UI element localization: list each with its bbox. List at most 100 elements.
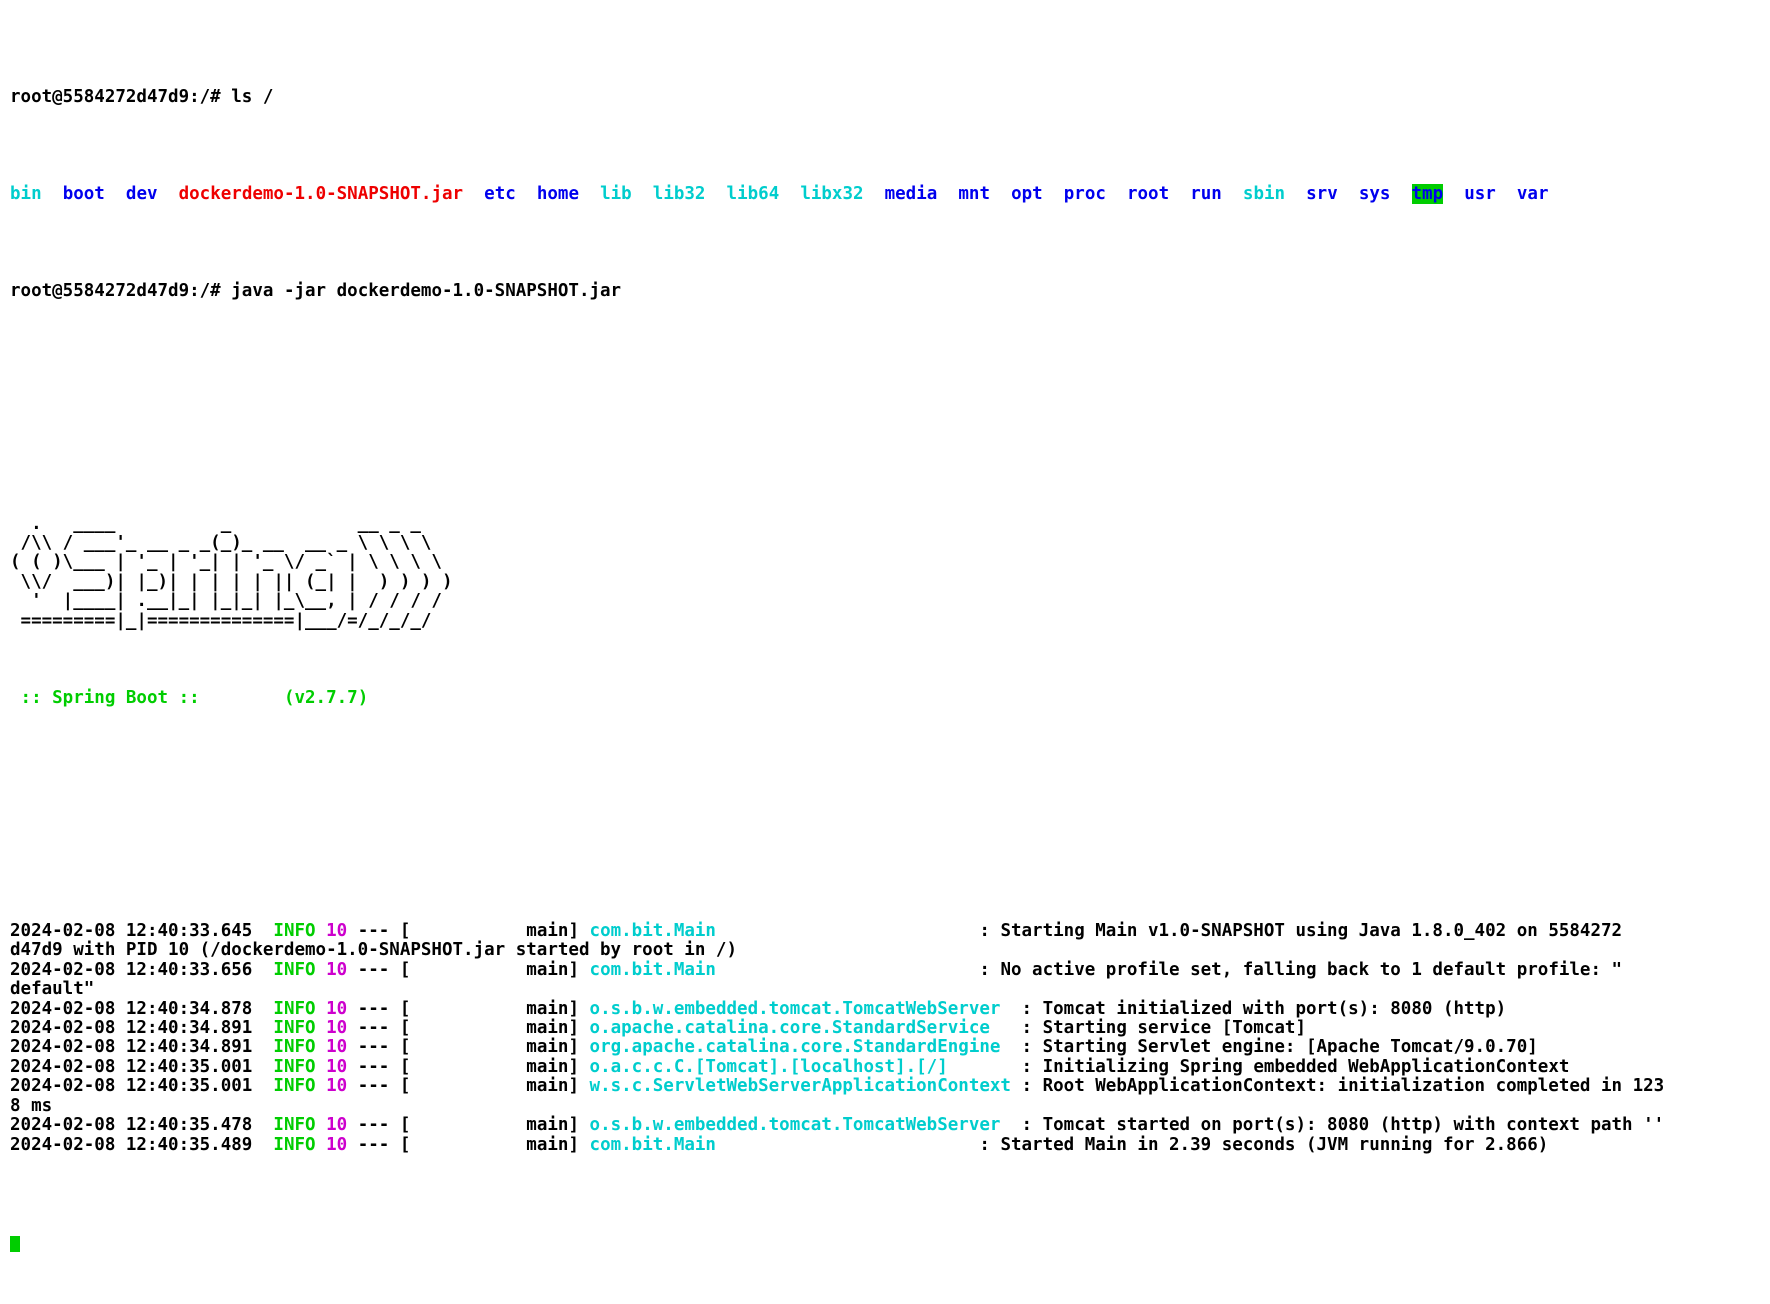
log-separator: --- [ xyxy=(347,1134,411,1155)
log-space xyxy=(316,1037,327,1057)
log-pid: 10 xyxy=(326,1018,348,1039)
banner-art-line-5: =========|_|==============|___/=/_/_/_/ xyxy=(10,610,432,631)
log-logger: com.bit.Main xyxy=(589,1134,716,1155)
ls-entry-dev: dev xyxy=(125,183,158,204)
ls-gap xyxy=(632,184,653,204)
log-space xyxy=(579,960,590,980)
log-pid: 10 xyxy=(326,1037,348,1058)
cursor-line-logs xyxy=(10,1233,1770,1252)
log-timestamp: 2024-02-08 12:40:35.489 xyxy=(10,1134,274,1155)
log-logger: w.s.c.ServletWebServerApplicationContext xyxy=(589,1076,1011,1097)
log-message: : Starting service [Tomcat] xyxy=(1021,1018,1306,1039)
terminal-window[interactable]: root@5584272d47d9:/# ls / bin boot dev d… xyxy=(0,0,1770,1252)
ls-gap xyxy=(463,184,484,204)
log-pid: 10 xyxy=(326,1134,348,1155)
log-message: : No active profile set, falling back to… xyxy=(979,959,1623,980)
log-message: : Tomcat started on port(s): 8080 (http)… xyxy=(1021,1115,1665,1136)
log-logger-pad xyxy=(1000,1037,1021,1057)
log-thread: main] xyxy=(410,1115,579,1136)
log-message: : Starting Main v1.0-SNAPSHOT using Java… xyxy=(979,921,1623,942)
log-logger: com.bit.Main xyxy=(589,959,716,980)
shell-prompt: root@5584272d47d9:/# xyxy=(10,86,232,107)
banner-art-line-3: \\/ ___)| |_)| | | | | || (_| | ) ) ) ) xyxy=(10,571,453,592)
log-space xyxy=(316,921,327,941)
log-space xyxy=(316,960,327,980)
log-message: : Tomcat initialized with port(s): 8080 … xyxy=(1021,998,1507,1019)
ls-entry-boot: boot xyxy=(62,183,105,204)
ls-entry-proc: proc xyxy=(1063,183,1106,204)
log-line: 2024-02-08 12:40:34.878 INFO 10 --- [ ma… xyxy=(10,998,1770,1019)
log-separator: --- [ xyxy=(347,1076,411,1097)
ls-gap xyxy=(937,184,958,204)
log-pid: 10 xyxy=(326,921,348,942)
log-space xyxy=(579,1135,590,1155)
ls-entry-libx32: libx32 xyxy=(800,183,864,204)
log-level: INFO xyxy=(273,959,316,980)
ls-entry-etc: etc xyxy=(484,183,516,204)
ls-gap xyxy=(990,184,1011,204)
log-thread: main] xyxy=(410,1018,579,1039)
log-pid: 10 xyxy=(326,959,348,980)
log-pid: 10 xyxy=(326,1115,348,1136)
log-level: INFO xyxy=(273,921,316,942)
ls-entry-home: home xyxy=(536,183,580,204)
log-logger-pad xyxy=(1000,999,1021,1019)
log-pid: 10 xyxy=(326,1056,348,1077)
log-separator: --- [ xyxy=(347,1018,411,1039)
command-line-ls: root@5584272d47d9:/# ls / xyxy=(10,86,1770,107)
ls-entry-tmp: tmp xyxy=(1411,183,1444,204)
log-timestamp: 2024-02-08 12:40:35.001 xyxy=(10,1056,274,1077)
spring-boot-version-line: :: Spring Boot :: (v2.7.7) xyxy=(10,688,1770,708)
log-pid: 10 xyxy=(326,998,348,1019)
log-space xyxy=(579,1115,590,1135)
log-pid: 10 xyxy=(326,1076,348,1097)
log-logger: o.apache.catalina.core.StandardService xyxy=(589,1018,990,1039)
ls-output-row: bin boot dev dockerdemo-1.0-SNAPSHOT.jar… xyxy=(10,183,1770,204)
log-space xyxy=(579,921,590,941)
ls-gap xyxy=(1043,184,1064,204)
log-timestamp: 2024-02-08 12:40:33.656 xyxy=(10,959,274,980)
ls-entry-lib: lib xyxy=(600,183,632,204)
banner-art-line-2: ( ( )\___ | '_ | '_| | '_ \/ _` | \ \ \ … xyxy=(10,552,442,573)
log-space xyxy=(316,1115,327,1135)
log-line-wrap: 8 ms xyxy=(10,1095,53,1116)
ls-entry-root: root xyxy=(1126,183,1170,204)
ls-gap xyxy=(42,184,63,204)
ls-gap xyxy=(579,184,600,204)
log-space xyxy=(316,1076,327,1096)
ls-entry-bin: bin xyxy=(10,183,42,204)
ls-entry-sbin: sbin xyxy=(1242,183,1286,204)
banner-art-line-1: /\\ / ___'_ __ _ _(_)_ __ __ _ \ \ \ \ xyxy=(10,532,432,553)
ls-entry-lib32: lib32 xyxy=(652,183,706,204)
log-level: INFO xyxy=(273,998,316,1019)
log-space xyxy=(316,1135,327,1155)
log-level: INFO xyxy=(273,1018,316,1039)
ls-gap xyxy=(158,184,179,204)
log-logger-pad xyxy=(948,1057,1022,1077)
log-thread: main] xyxy=(410,1076,579,1097)
log-logger: org.apache.catalina.core.StandardEngine xyxy=(589,1037,1001,1058)
shell-prompt: root@5584272d47d9:/# xyxy=(10,280,232,301)
log-line: 2024-02-08 12:40:35.489 INFO 10 --- [ ma… xyxy=(10,1134,1770,1155)
log-space xyxy=(579,1076,590,1096)
ls-gap xyxy=(1285,184,1306,204)
log-level: INFO xyxy=(273,1037,316,1058)
log-level: INFO xyxy=(273,1134,316,1155)
log-line: 2024-02-08 12:40:35.001 INFO 10 --- [ ma… xyxy=(10,1056,1770,1077)
application-log: 2024-02-08 12:40:33.645 INFO 10 --- [ ma… xyxy=(10,921,1770,1155)
ls-entry-run: run xyxy=(1190,183,1222,204)
ls-entry-opt: opt xyxy=(1011,183,1043,204)
log-space xyxy=(579,999,590,1019)
ls-entry-dockerdemo-1-0-snapshot-jar: dockerdemo-1.0-SNAPSHOT.jar xyxy=(178,183,464,204)
log-line: 2024-02-08 12:40:33.645 INFO 10 --- [ ma… xyxy=(10,921,1770,942)
log-thread: main] xyxy=(410,921,579,942)
ls-gap xyxy=(864,184,885,204)
ls-gap xyxy=(705,184,726,204)
log-space xyxy=(316,1018,327,1038)
log-logger-pad xyxy=(716,960,979,980)
log-space xyxy=(316,999,327,1019)
